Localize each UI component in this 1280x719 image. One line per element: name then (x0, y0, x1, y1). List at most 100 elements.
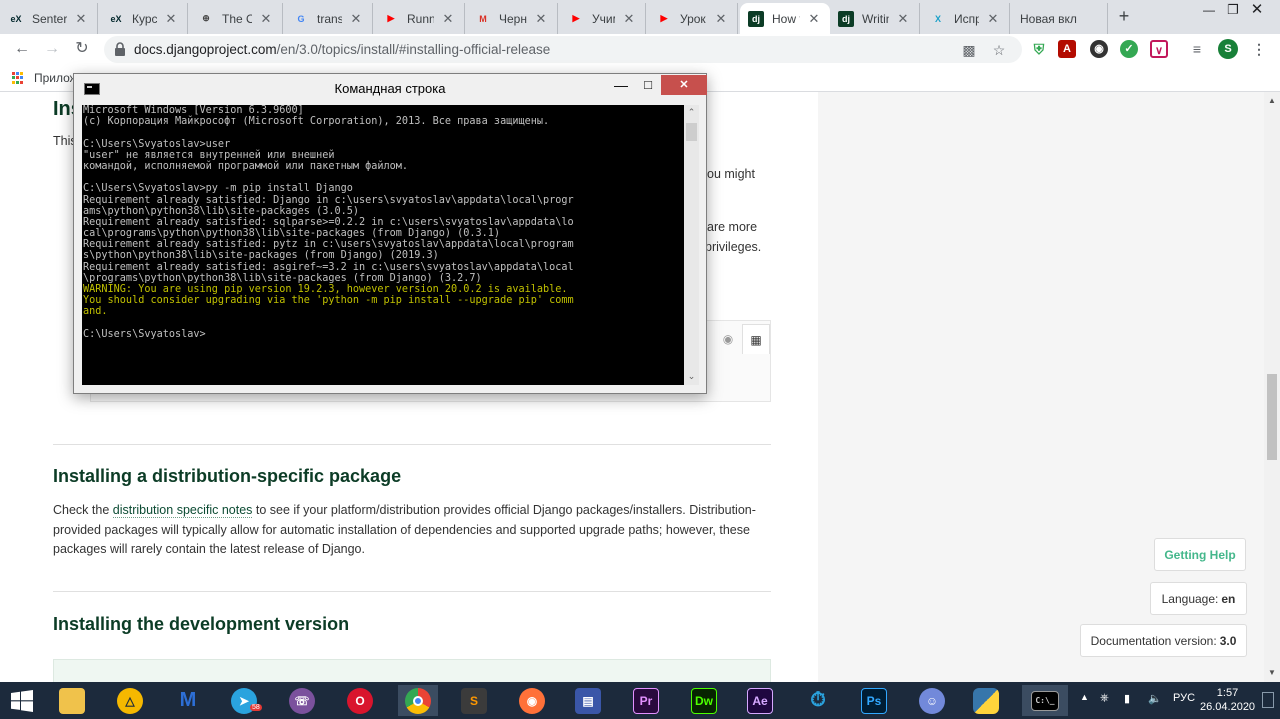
tab-6[interactable]: M Черно ✕ (467, 3, 558, 34)
close-tab-icon[interactable]: ✕ (73, 11, 89, 27)
close-tab-icon[interactable]: ✕ (895, 11, 911, 27)
tab-8[interactable]: ▶ Урок ✕ (648, 3, 738, 34)
malwarebytes-icon[interactable]: M (168, 685, 208, 716)
viber-icon[interactable]: ☏ (282, 685, 322, 716)
tab-1[interactable]: eX Senter ✕ (0, 3, 98, 34)
tab-title: Senter (32, 11, 67, 26)
console-line: Requirement already satisfied: asgiref~=… (83, 261, 574, 273)
cmd-console-output[interactable]: Microsoft Windows [Version 6.3.9600] (c) … (82, 105, 684, 385)
cmd-close-button[interactable]: ✕ (661, 75, 707, 95)
back-button[interactable]: ← (12, 39, 32, 59)
cmd-minimize-button[interactable]: — (607, 75, 635, 95)
new-tab-button[interactable]: + (1114, 6, 1134, 26)
clock-date: 26.04.2020 (1200, 701, 1256, 713)
section-title-development: Installing the development version (53, 614, 350, 634)
pocket-extension-icon[interactable]: ∨ (1150, 40, 1168, 58)
distribution-notes-link[interactable]: distribution specific notes (112, 503, 253, 518)
close-window-button[interactable]: ✕ (1234, 0, 1280, 24)
cmd-scrollbar[interactable]: ⌃ ⌄ (684, 105, 699, 385)
shield-extension-icon[interactable]: ⛨ (1030, 40, 1048, 58)
page-scrollbar[interactable]: ▲ ▼ (1264, 92, 1280, 682)
forward-button[interactable]: → (42, 39, 62, 59)
tab-5[interactable]: ▶ Runny ✕ (375, 3, 465, 34)
scroll-thumb[interactable] (1267, 374, 1277, 460)
pdf-extension-icon[interactable]: A (1058, 40, 1076, 58)
tab-title: Урок (680, 11, 706, 26)
check-extension-icon[interactable]: ✓ (1120, 40, 1138, 58)
usb-device-icon[interactable]: ⎈ (1100, 692, 1109, 705)
sublime-text-icon[interactable]: S (454, 685, 494, 716)
network-signal-icon[interactable]: ▮ (1124, 692, 1130, 705)
windows-tab-icon[interactable]: ▦ (742, 324, 770, 354)
cmd-scroll-thumb[interactable] (686, 123, 697, 141)
getting-help-button[interactable]: Getting Help (1154, 538, 1246, 571)
tab-12[interactable]: Новая вкл (1012, 3, 1108, 34)
tab-7[interactable]: ▶ Учим ✕ (560, 3, 646, 34)
cmd-taskbar-icon[interactable]: C:\_ (1022, 685, 1068, 716)
close-tab-icon[interactable]: ✕ (163, 11, 179, 27)
stopwatch-icon[interactable]: ⏱ (798, 685, 838, 716)
console-warning-line: You should consider upgrading via the 'p… (83, 295, 574, 307)
vpn-extension-icon[interactable]: ◉ (1090, 40, 1108, 58)
close-tab-icon[interactable]: ✕ (440, 11, 456, 27)
media-controls-icon[interactable]: ≡ (1188, 40, 1206, 58)
tab-2[interactable]: eX Курс | ✕ (100, 3, 188, 34)
close-tab-icon[interactable]: ✕ (713, 11, 729, 27)
notifications-icon[interactable] (1262, 692, 1274, 708)
windows-start-icon[interactable] (2, 685, 42, 716)
cmd-maximize-button[interactable]: □ (635, 75, 661, 95)
photoshop-icon[interactable]: Ps (854, 685, 894, 716)
cmd-scroll-down-icon[interactable]: ⌄ (684, 371, 699, 382)
opera-icon[interactable]: O (340, 685, 380, 716)
gmail-icon: M (479, 13, 487, 24)
archicad-icon[interactable]: △ (110, 685, 150, 716)
python-icon[interactable] (966, 685, 1006, 716)
premiere-pro-icon[interactable]: Pr (626, 685, 666, 716)
console-line: (c) Корпорация Майкрософт (Microsoft Cor… (83, 116, 550, 128)
taskbar-clock[interactable]: 1:57 26.04.2020 (1200, 686, 1255, 714)
cmd-scroll-up-icon[interactable]: ⌃ (684, 107, 699, 118)
address-bar[interactable]: docs.djangoproject.com/en/3.0/topics/ins… (104, 36, 1022, 63)
language-selector[interactable]: Language: en (1150, 582, 1247, 615)
close-tab-icon[interactable]: ✕ (258, 11, 274, 27)
tracking-development-box (53, 659, 771, 682)
translate-icon[interactable]: ▩ (960, 41, 978, 59)
tab-9[interactable]: dj How t ✕ (740, 3, 830, 34)
tab-title: Writin (862, 11, 889, 26)
telegram-badge: 58 (250, 704, 262, 711)
show-hidden-icons[interactable]: ▲ (1080, 692, 1089, 702)
tab-title: Черно (499, 11, 527, 26)
firefox-icon[interactable]: ◉ (512, 685, 552, 716)
chrome-icon[interactable] (398, 685, 438, 716)
scroll-up-icon[interactable]: ▲ (1267, 96, 1277, 105)
volume-icon[interactable]: 🔈 (1148, 692, 1162, 705)
menu-kebab-icon[interactable]: ⋮ (1250, 40, 1268, 58)
version-selector[interactable]: Documentation version: 3.0 (1080, 624, 1247, 657)
apps-grid-icon[interactable] (12, 72, 24, 84)
reload-button[interactable]: ↻ (72, 39, 92, 59)
command-prompt-window[interactable]: Командная строка — □ ✕ Microsoft Windows… (73, 73, 707, 394)
dreamweaver-icon[interactable]: Dw (684, 685, 724, 716)
apps-bookmark-label[interactable]: Прилож (34, 71, 78, 85)
after-effects-icon[interactable]: Ae (740, 685, 780, 716)
bookmark-star-icon[interactable]: ☆ (990, 41, 1008, 59)
close-tab-icon[interactable]: ✕ (985, 11, 1001, 27)
file-explorer-icon[interactable] (52, 685, 92, 716)
tab-10[interactable]: dj Writin ✕ (830, 3, 920, 34)
floppy-disk-icon[interactable]: ▤ (568, 685, 608, 716)
input-language-indicator[interactable]: РУС (1173, 692, 1195, 704)
tab-4[interactable]: Gtransla ✕ (285, 3, 373, 34)
close-tab-icon[interactable]: ✕ (533, 11, 549, 27)
discord-icon[interactable]: ☺ (912, 685, 952, 716)
scroll-down-icon[interactable]: ▼ (1267, 668, 1277, 677)
tab-11[interactable]: X Испра ✕ (922, 3, 1010, 34)
close-tab-icon[interactable]: ✕ (621, 11, 637, 27)
telegram-icon[interactable]: ➤ 58 (224, 685, 264, 716)
globe-icon: ⊕ (202, 13, 210, 23)
tab-3[interactable]: ⊕ The Of ✕ (190, 3, 283, 34)
profile-avatar[interactable]: S (1218, 39, 1238, 59)
linux-tab-icon[interactable]: ◉ (714, 324, 742, 354)
cmd-titlebar[interactable]: Командная строка — □ ✕ (74, 74, 707, 104)
close-tab-icon[interactable]: ✕ (806, 11, 822, 27)
close-tab-icon[interactable]: ✕ (348, 11, 364, 27)
